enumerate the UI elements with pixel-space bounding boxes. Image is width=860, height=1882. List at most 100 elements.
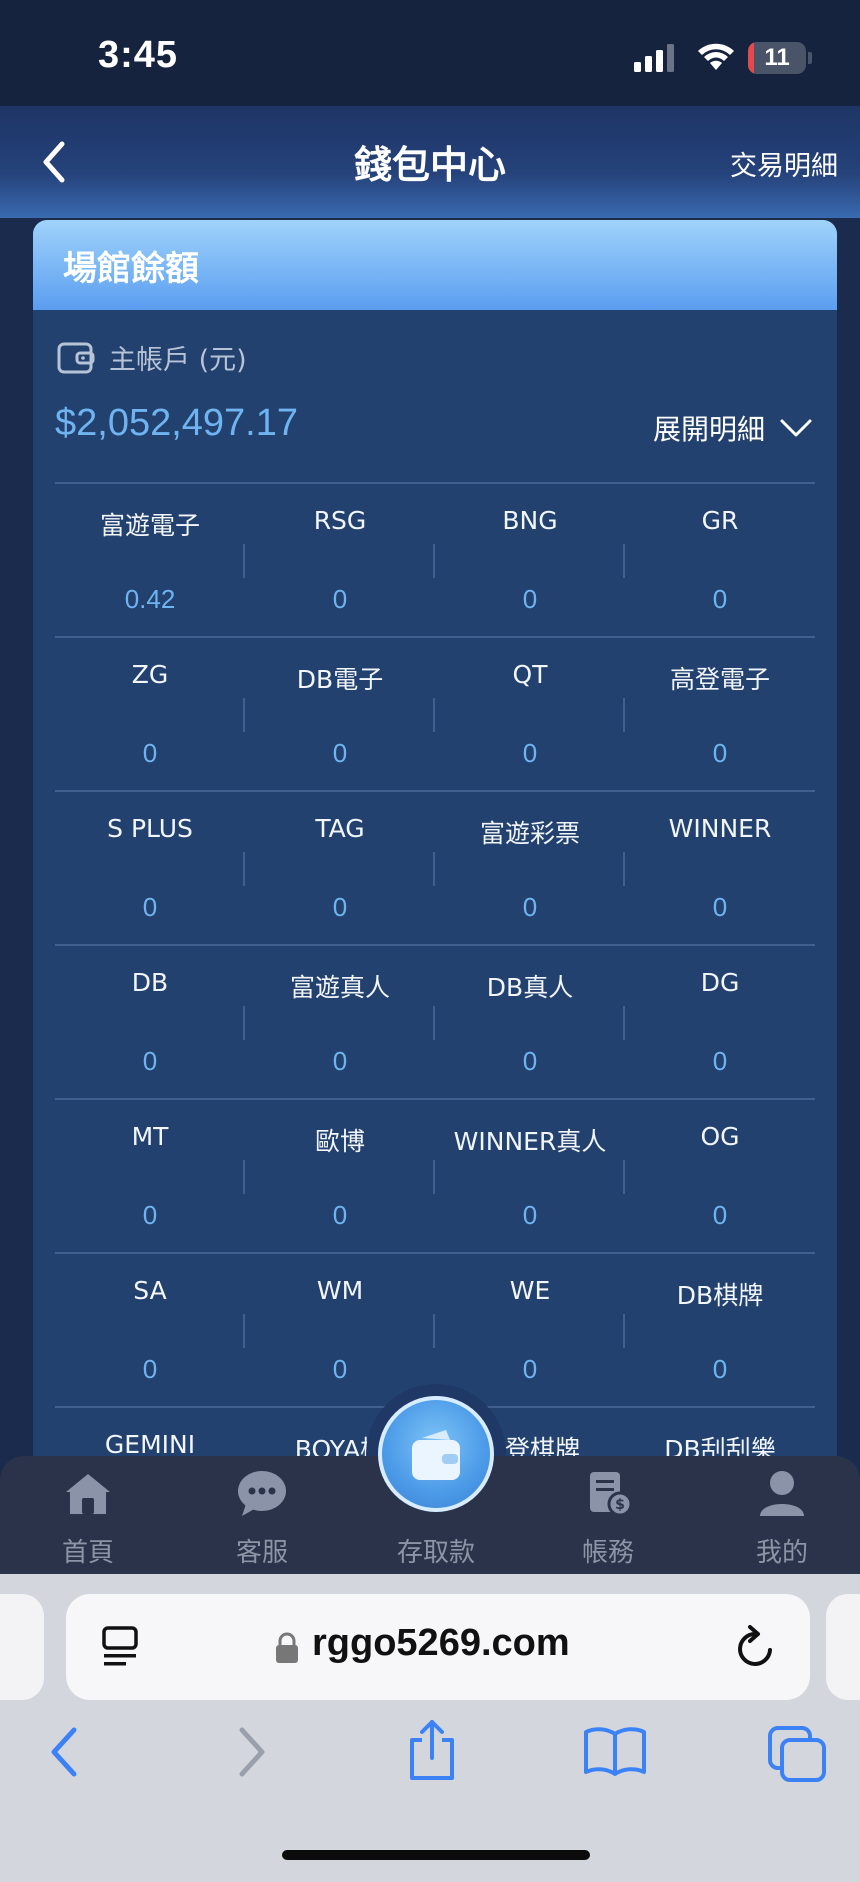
transaction-details-link[interactable]: 交易明細 — [730, 144, 838, 183]
venue-name: DB電子 — [296, 665, 384, 694]
home-icon — [66, 1474, 110, 1514]
battery-icon: 11 — [748, 42, 806, 74]
account-label: 主帳戶 (元) — [109, 345, 247, 376]
venue-balance: 0 — [522, 584, 538, 614]
venue-cell: OG 0 — [625, 1100, 815, 1252]
nav-deposit-label: 存取款 — [396, 1538, 475, 1568]
lock-icon — [276, 1632, 298, 1663]
venue-name: 富遊真人 — [289, 973, 390, 1002]
venue-cell: BNG 0 — [435, 484, 625, 636]
venue-balance: 0 — [712, 1200, 728, 1230]
nav-mine[interactable]: 我的 — [712, 1456, 852, 1574]
nav-account-label: 帳務 — [581, 1538, 634, 1568]
url-text: rggo5269.com — [312, 1622, 570, 1664]
tabs-icon[interactable] — [766, 1724, 828, 1784]
deposit-wallet-button[interactable] — [378, 1396, 494, 1512]
venue-balance: 0 — [712, 738, 728, 768]
venue-cell: 富遊彩票 0 — [435, 792, 625, 944]
browser-chrome: rggo5269.com — [0, 1574, 860, 1882]
status-time: 3:45 — [98, 34, 179, 76]
venue-cell: 高登電子 0 — [625, 638, 815, 790]
venue-row: MT 0 歐博 0 WINNER真人 0 OG 0 — [55, 1098, 815, 1252]
nav-service[interactable]: 客服 — [192, 1456, 332, 1574]
venue-cell: SA 0 — [55, 1254, 245, 1406]
expand-details-button[interactable]: 展開明細 — [653, 408, 813, 448]
venue-balance: 0 — [332, 892, 348, 922]
wifi-icon — [698, 43, 734, 70]
venue-balance: 0 — [142, 738, 158, 768]
venue-cell: DB棋牌 0 — [625, 1254, 815, 1406]
nav-mine-label: 我的 — [755, 1538, 808, 1568]
next-tab[interactable] — [826, 1594, 860, 1700]
card-header: 場館餘額 — [33, 220, 837, 310]
venue-grid: 富遊電子 0.42 RSG 0 BNG 0 GR 0 ZG 0 DB電子 0 QT 0 高登電子 0 S PLU… — [55, 482, 815, 1460]
venue-cell: 歐博 0 — [245, 1100, 435, 1252]
reload-icon[interactable] — [734, 1624, 778, 1670]
wallet-icon — [412, 1430, 460, 1480]
chevron-down-icon — [780, 419, 812, 437]
browser-back-icon[interactable] — [44, 1724, 84, 1780]
venue-name: 歐博 — [314, 1127, 365, 1156]
venue-name: WM — [316, 1276, 364, 1305]
venue-name: WINNER真人 — [453, 1127, 607, 1156]
venue-name: RSG — [313, 506, 367, 535]
venue-name: QT — [512, 660, 548, 689]
svg-text:$: $ — [615, 1497, 625, 1513]
venue-cell: S PLUS 0 — [55, 792, 245, 944]
venue-balance: 0 — [332, 738, 348, 768]
venue-cell: DB電子 0 — [245, 638, 435, 790]
bookmarks-icon[interactable] — [582, 1724, 648, 1778]
venue-name: SA — [133, 1276, 167, 1305]
expand-label: 展開明細 — [652, 413, 765, 446]
venue-name: DB — [131, 968, 169, 997]
venue-name: 富遊彩票 — [479, 819, 580, 848]
venue-row: DB 0 富遊真人 0 DB真人 0 DG 0 — [55, 944, 815, 1098]
venue-cell: 富遊真人 0 — [245, 946, 435, 1098]
reader-icon[interactable] — [100, 1624, 140, 1668]
chat-icon — [238, 1471, 286, 1516]
main-account-row: 主帳戶 (元) — [57, 338, 247, 377]
venue-balance: 0 — [712, 584, 728, 614]
venue-row: S PLUS 0 TAG 0 富遊彩票 0 WINNER 0 — [55, 790, 815, 944]
venue-balance: 0 — [142, 1046, 158, 1076]
status-bar: 3:45 11 — [0, 0, 860, 106]
venue-balance: 0 — [712, 1354, 728, 1384]
venue-cell: DB真人 0 — [435, 946, 625, 1098]
venue-name: S PLUS — [107, 814, 193, 843]
battery-level: 11 — [764, 44, 790, 71]
venue-balance: 0 — [332, 1354, 348, 1384]
venue-cell: QT 0 — [435, 638, 625, 790]
venue-name: GR — [701, 506, 739, 535]
nav-home[interactable]: 首頁 — [18, 1456, 158, 1574]
previous-tab[interactable] — [0, 1594, 44, 1700]
venue-cell: WINNER 0 — [625, 792, 815, 944]
venue-name: DB真人 — [486, 973, 574, 1002]
venue-name: 高登電子 — [669, 665, 770, 694]
nav-home-label: 首頁 — [61, 1538, 114, 1568]
venue-balance: 0 — [142, 892, 158, 922]
venue-cell: WM 0 — [245, 1254, 435, 1406]
address-bar[interactable]: rggo5269.com — [66, 1594, 810, 1700]
venue-name: BNG — [502, 506, 558, 535]
card-title: 場館餘額 — [63, 248, 199, 289]
venue-name: DB棋牌 — [676, 1281, 764, 1310]
venue-balance-card: 場館餘額 主帳戶 (元) $2,052,497.17 展開明細 富遊電子 0.42… — [33, 220, 837, 1460]
venue-name: WE — [509, 1276, 551, 1305]
venue-balance: 0 — [712, 1046, 728, 1076]
venue-cell: MT 0 — [55, 1100, 245, 1252]
venue-name: OG — [700, 1122, 740, 1151]
venue-name: TAG — [315, 814, 365, 843]
bill-icon: $ — [590, 1472, 633, 1517]
browser-forward-icon[interactable] — [232, 1724, 272, 1780]
venue-balance: 0 — [522, 1046, 538, 1076]
battery-tip — [808, 52, 812, 64]
venue-row: SA 0 WM 0 WE 0 DB棋牌 0 — [55, 1252, 815, 1406]
venue-cell: WE 0 — [435, 1254, 625, 1406]
share-icon[interactable] — [404, 1718, 460, 1782]
venue-name: GEMINI — [104, 1430, 196, 1459]
venue-cell: 富遊電子 0.42 — [55, 484, 245, 636]
venue-cell: DB刮刮樂 — [625, 1408, 815, 1460]
user-icon — [760, 1471, 804, 1516]
nav-account[interactable]: $ 帳務 — [538, 1456, 678, 1574]
venue-cell: ZG 0 — [55, 638, 245, 790]
